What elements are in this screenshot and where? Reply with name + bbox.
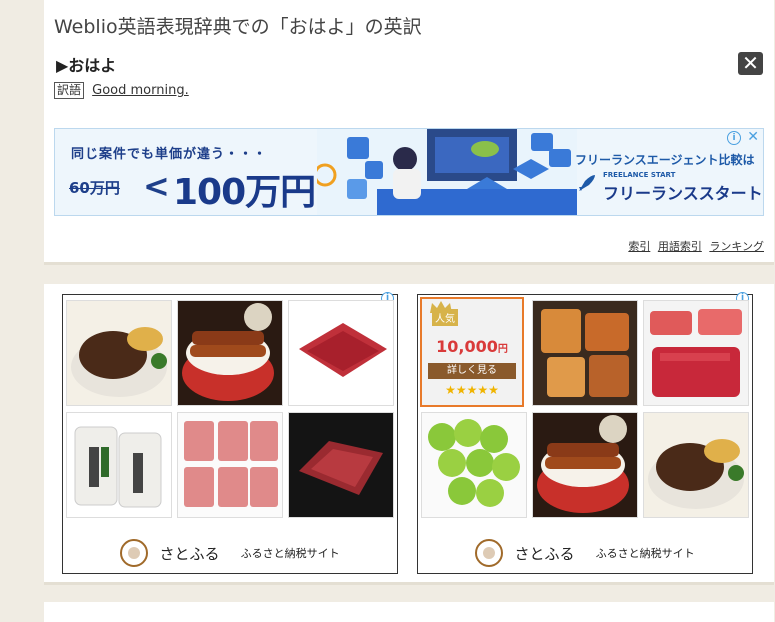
hamburg-steak-image[interactable]: [644, 413, 748, 517]
ad-old-price: 60万円: [69, 179, 120, 197]
rating-stars: ★★★★★: [445, 383, 499, 397]
rice-bags-image[interactable]: [67, 413, 171, 517]
unagi-don-image[interactable]: [533, 413, 637, 517]
brand-sub: ふるさと納税サイト: [595, 547, 695, 560]
ad-new-price: 100万円: [173, 172, 316, 213]
headword: ▶おはよ: [56, 56, 117, 75]
index-link[interactable]: 索引: [628, 240, 650, 253]
sliced-beef-image[interactable]: [289, 301, 393, 405]
ad-card: i さとふる ふるさと納税サイト i 人気 10,000円 詳しく見る ★★★★…: [44, 284, 774, 582]
close-icon: ✕: [742, 51, 759, 75]
popular-badge: 人気: [432, 309, 458, 326]
promo-price-value: 10,000: [436, 337, 498, 356]
brand-name: さとふる: [514, 544, 575, 563]
promo-price: 10,000円: [422, 337, 522, 356]
ad-info-icon[interactable]: i: [727, 131, 741, 145]
panel-footer: さとふる ふるさと納税サイト: [63, 539, 397, 567]
promo-price-unit: 円: [497, 344, 508, 355]
satofuru-ad-right[interactable]: i 人気 10,000円 詳しく見る ★★★★★ さとふる ふるさと納税サイト: [417, 292, 753, 574]
details-button[interactable]: 詳しく見る: [428, 363, 516, 379]
brand-name: さとふる: [159, 544, 220, 563]
brand-sub: ふるさと納税サイト: [240, 547, 340, 560]
satofuru-logo-icon: [120, 539, 149, 567]
satofuru-logo-icon: [475, 539, 504, 567]
ad-tagline: 同じ案件でも単価が違う・・・: [71, 147, 268, 162]
term-index-link[interactable]: 用語索引: [658, 240, 702, 253]
page-title: Weblio英語表現辞典での「おはよ」の英訳: [54, 16, 422, 38]
footer-links: 索引 用語索引 ランキング: [624, 238, 764, 254]
ad-brand: フリーランススタート: [603, 184, 763, 203]
grapes-image[interactable]: [422, 413, 526, 517]
translation-row: 訳語 Good morning.: [54, 82, 189, 99]
promo-tile[interactable]: 人気 10,000円 詳しく見る ★★★★★: [420, 297, 524, 407]
ad-close-icon[interactable]: ✕: [747, 129, 759, 145]
ad-illustration-image: [317, 129, 577, 215]
ranking-link[interactable]: ランキング: [709, 240, 764, 253]
unagi-don-image[interactable]: [178, 301, 282, 405]
rocket-icon: [579, 175, 595, 191]
ad-compare-symbol: <: [143, 167, 170, 205]
close-button[interactable]: ✕: [738, 52, 763, 75]
ad-brand-sub: FREELANCE START: [603, 171, 676, 179]
gift-set-image[interactable]: [533, 301, 637, 405]
satofuru-ad-left[interactable]: i さとふる ふるさと納税サイト: [62, 292, 398, 574]
translation-tag: 訳語: [54, 82, 85, 99]
hamburg-steak-image[interactable]: [67, 301, 171, 405]
ad-banner[interactable]: i ✕ 同じ案件でも単価が違う・・・ 60万円 < 100万円 フリーランスエー…: [54, 128, 764, 216]
tuna-image[interactable]: [644, 301, 748, 405]
ad-compare-text: フリーランスエージェント比較は: [575, 153, 755, 167]
translation-link[interactable]: Good morning.: [92, 83, 189, 98]
next-card: [44, 602, 774, 622]
result-card: Weblio英語表現辞典での「おはよ」の英訳 ✕ ▶おはよ 訳語 Good mo…: [44, 0, 774, 262]
panel-footer: さとふる ふるさと納税サイト: [418, 539, 752, 567]
sliced-pork-image[interactable]: [178, 413, 282, 517]
beef-block-image[interactable]: [289, 413, 393, 517]
